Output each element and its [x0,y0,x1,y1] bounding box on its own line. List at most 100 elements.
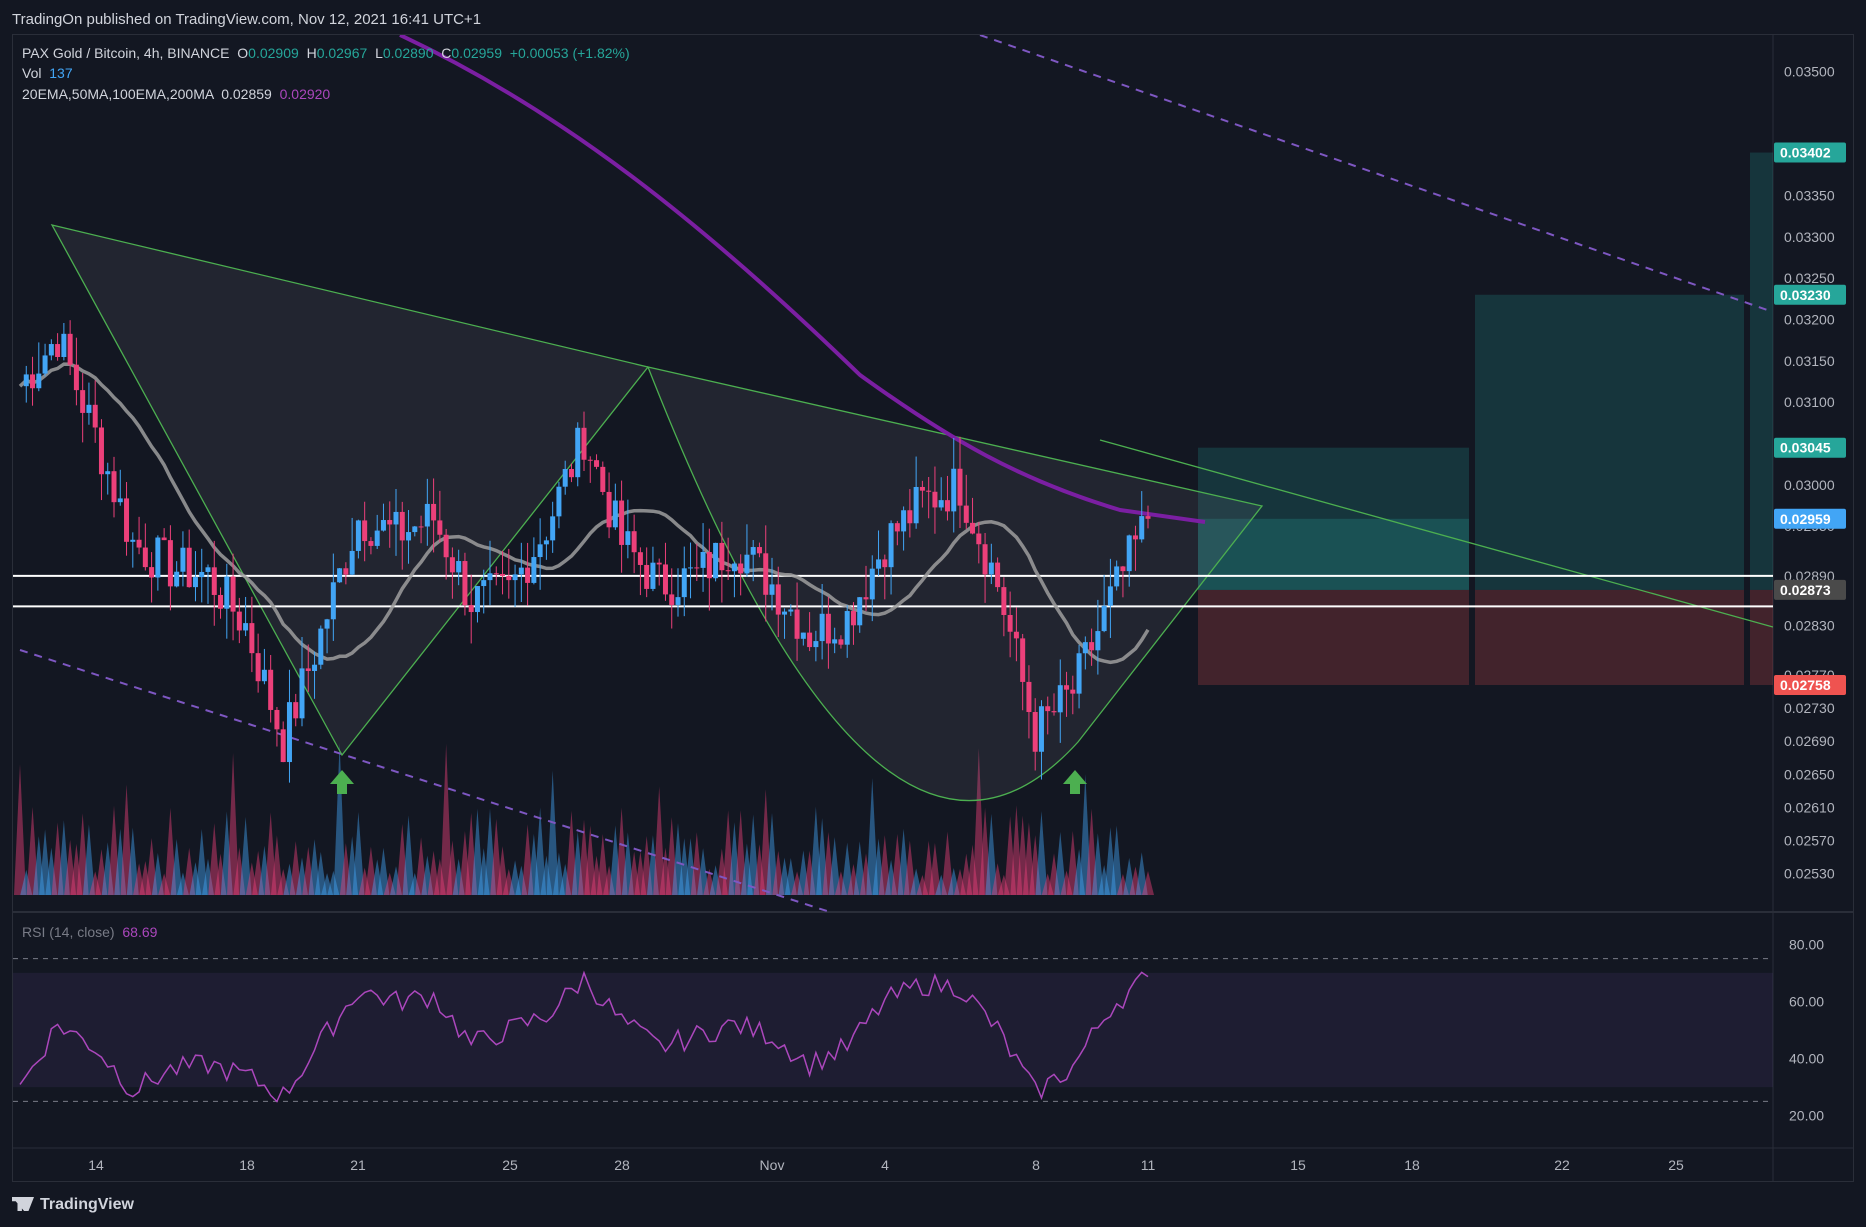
candle-body [1038,706,1044,752]
candle-body [894,523,900,532]
candle-body [355,520,361,551]
candle-body [111,471,117,503]
candle-body [1101,605,1107,632]
candle-body [286,702,292,763]
candle-body [944,500,950,512]
candle-body [1013,631,1019,639]
candle-body [431,503,437,521]
candle-body [1045,706,1051,712]
candle-body [230,576,236,612]
low-label: L [375,45,383,61]
candle-body [387,520,393,525]
rsi-legend: RSI (14, close) 68.69 [22,924,157,940]
candle-body [312,664,318,671]
candle-body [731,563,737,572]
open-value: 0.02909 [248,45,299,61]
candle-body [349,550,355,575]
candle-body [362,520,368,542]
tradingview-logo[interactable]: TradingView [12,1196,134,1214]
candle-body [1076,653,1082,694]
candle-body [406,532,412,541]
candle-body [67,333,73,365]
candle-body [1107,586,1113,606]
candle-body [568,468,574,478]
ma-label[interactable]: 20EMA,50MA,100EMA,200MA [22,86,213,102]
buy-arrow-icon [1063,770,1087,794]
candle-body [243,623,249,631]
candle-body [788,609,794,612]
candle-body [625,531,631,545]
candle-body [186,547,192,588]
candle-body [456,561,462,573]
candle-body [531,557,537,583]
candle-body [136,539,142,548]
price-tag-label: 0.02959 [1780,511,1831,527]
candle-body [500,573,506,576]
volume-label[interactable]: Vol [22,65,41,81]
symbol-label[interactable]: PAX Gold / Bitcoin, 4h, BINANCE [22,45,230,61]
candle-body [1089,642,1095,651]
ma-value-1: 0.02859 [221,86,272,102]
candle-body [594,460,600,467]
brand-label: TradingView [40,1196,134,1213]
price-tick-label: 0.03300 [1784,229,1835,245]
candle-body [142,547,148,568]
candle-body [1082,642,1088,654]
price-tick-label: 0.02530 [1784,865,1835,881]
candle-body [1114,566,1120,587]
candle-body [932,491,938,508]
close-label: C [441,45,452,61]
candle-body [343,568,349,575]
candle-body [644,564,650,589]
candle-body [612,500,618,528]
time-tick-label: 25 [1668,1157,1684,1173]
candle-body [1126,535,1132,572]
candle-body [876,559,882,569]
candle-body [23,374,29,387]
candle-body [725,570,731,572]
candle-body [988,562,994,575]
candle-body [813,641,819,648]
candle-body [537,544,543,558]
candle-body [581,427,587,460]
time-tick-label: 18 [239,1157,255,1173]
candle-body [449,557,455,573]
candle-body [800,632,806,639]
candle-body [55,344,61,357]
candle-body [926,490,932,492]
candle-body [518,567,524,575]
candle-body [756,547,762,554]
candle-body [161,537,167,541]
target-zone-3 [1750,152,1773,590]
chart-svg[interactable]: 0.03500 0.03350 0.03300 0.03250 0.03200 0.031… [0,0,1866,1227]
candle-body [838,639,844,645]
price-tag-label: 0.02873 [1780,582,1831,598]
candle-body [42,355,48,374]
candle-body [117,498,123,503]
candle-body [700,551,706,568]
candle-body [901,510,907,532]
candle-body [606,491,612,528]
price-tick-label: 0.03350 [1784,188,1835,204]
close-value: 0.02959 [451,45,502,61]
candle-body [631,531,637,553]
high-value: 0.02967 [316,45,368,61]
candle-body [236,611,242,631]
rsi-label[interactable]: RSI (14, close) [22,924,115,940]
cup-pattern [646,366,1264,802]
candle-body [124,498,130,542]
candle-body [487,573,493,581]
candle-body [769,584,775,595]
candle-body [318,628,324,665]
candle-body [1020,638,1026,682]
candle-body [412,526,418,533]
candle-body [399,511,405,541]
candle-body [218,594,224,609]
candle-body [180,547,186,572]
candle-body [1001,587,1007,616]
candle-body [919,486,925,491]
candle-body [995,562,1001,588]
candle-body [763,553,769,595]
candle-body [825,613,831,644]
candle-body [224,576,230,609]
